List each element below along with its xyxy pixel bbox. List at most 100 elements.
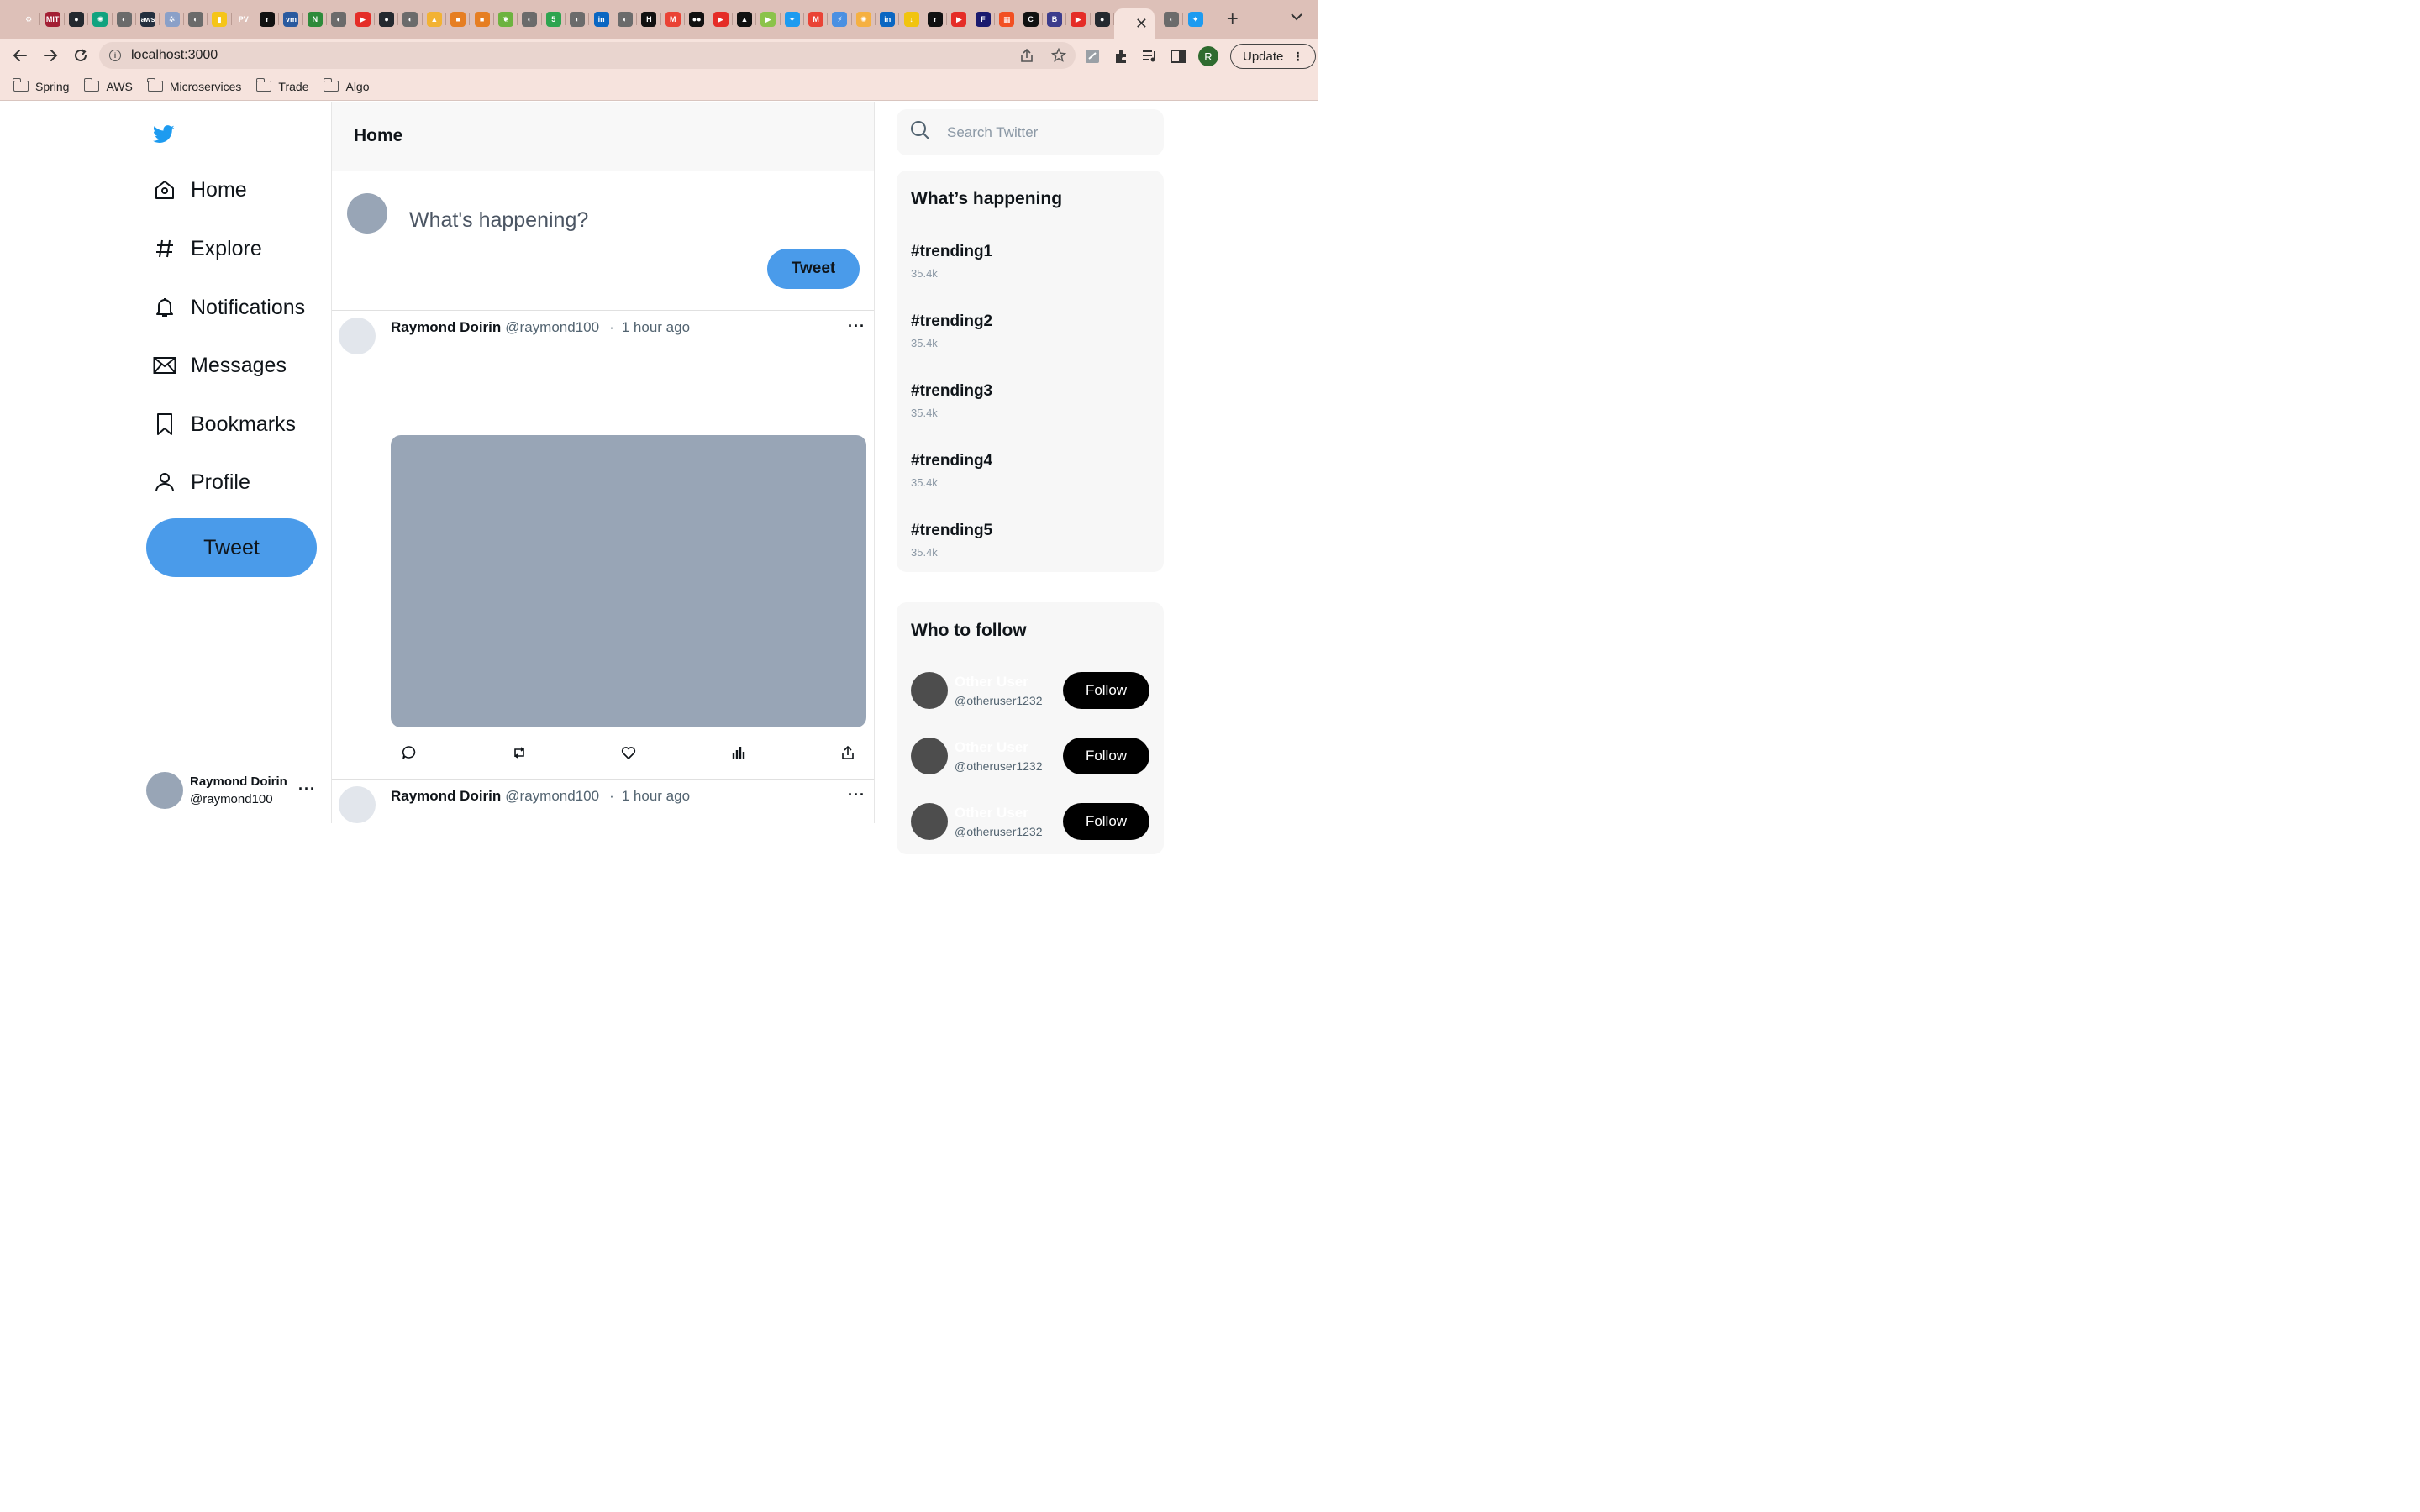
browser-tab[interactable]: ▶ [756,7,781,32]
tweet-more-icon[interactable]: ··· [848,786,865,804]
trend-item[interactable]: #trending1 35.4k [911,243,992,280]
browser-tab[interactable]: ● [65,7,89,32]
browser-tab[interactable]: M [661,7,686,32]
bookmark-star-icon[interactable] [1050,47,1067,64]
suggestion-avatar[interactable] [911,738,948,774]
browser-tab[interactable]: ▶ [1066,7,1091,32]
browser-tab[interactable]: ◐ [1160,7,1184,32]
analytics-icon[interactable] [730,744,747,761]
bookmark-folder[interactable]: Spring [13,78,69,93]
browser-tab[interactable]: ▶ [708,7,734,32]
address-bar[interactable]: i localhost:3000 [99,42,1076,69]
sidebar-item-profile[interactable]: Profile [153,465,250,499]
tweet-timestamp[interactable]: 1 hour ago [622,319,690,336]
tweet-more-icon[interactable]: ··· [848,318,865,335]
browser-tab[interactable]: ◐ [184,7,208,32]
tweet-author-handle[interactable]: @raymond100 [505,319,599,336]
browser-tab[interactable]: ● [375,7,399,32]
active-tab[interactable]: ✕ [1113,8,1155,39]
reload-icon[interactable] [66,40,96,71]
browser-tab[interactable]: ↓ [899,7,924,32]
browser-tab[interactable]: aws [136,7,160,32]
browser-tab[interactable]: ✦ [1183,7,1208,32]
browser-tab[interactable]: ■ [446,7,471,32]
forward-icon[interactable] [35,40,66,71]
suggestion-name[interactable]: Other User [955,739,1028,756]
browser-tab[interactable]: M [804,7,829,32]
browser-tab[interactable]: ✺ [88,7,113,32]
share-icon[interactable] [1018,47,1035,64]
browser-tab[interactable]: ✦ [781,7,805,32]
side-panel-icon[interactable] [1170,48,1186,65]
browser-tab[interactable]: ◐ [566,7,590,32]
browser-tab[interactable]: ◐ [327,7,351,32]
browser-tab[interactable]: PV [232,7,256,32]
trend-item[interactable]: #trending4 35.4k [911,452,992,489]
sidebar-item-notifications[interactable]: Notifications [153,291,305,324]
account-more-icon[interactable]: ··· [298,780,316,798]
browser-tab[interactable]: H [637,7,661,32]
browser-tab[interactable]: ◐ [518,7,542,32]
search-input[interactable]: Search Twitter [947,124,1038,141]
share-icon[interactable] [839,744,856,761]
search-box[interactable]: Search Twitter [897,109,1164,155]
extensions-puzzle-icon[interactable] [1113,48,1129,65]
bookmark-folder[interactable]: Algo [323,78,370,93]
tweet-image[interactable] [391,435,866,727]
browser-tab[interactable]: ▲ [733,7,757,32]
new-tab-button[interactable]: + [1216,8,1249,31]
bookmark-folder[interactable]: Trade [255,78,308,93]
browser-tab[interactable]: ◐ [398,7,424,32]
tweet-author-handle[interactable]: @raymond100 [505,788,599,805]
tweet-avatar[interactable] [339,786,376,823]
browser-tab[interactable]: ◐ [613,7,638,32]
media-control-icon[interactable] [1141,48,1158,65]
like-icon[interactable] [620,744,637,761]
sidebar-item-explore[interactable]: Explore [153,232,262,265]
browser-tab[interactable]: ⚙ [17,7,41,32]
browser-tab[interactable]: ▲ [423,7,447,32]
trend-item[interactable]: #trending3 35.4k [911,382,992,419]
sidebar-item-home[interactable]: Home [153,173,247,207]
browser-tab[interactable]: ▦ [995,7,1019,32]
reply-icon[interactable] [401,744,418,761]
tweet-author-name[interactable]: Raymond Doirin [391,788,501,805]
sidebar-item-bookmarks[interactable]: Bookmarks [153,407,296,441]
browser-tab[interactable]: ▶ [947,7,972,32]
browser-tab[interactable]: ■ [470,7,495,32]
twitter-logo-icon[interactable] [152,125,175,148]
browser-tab[interactable]: r [255,7,280,32]
browser-tab[interactable]: MIT [40,7,66,32]
browser-tab[interactable]: in [876,7,900,32]
browser-tab[interactable]: ●● [685,7,709,32]
browser-tab[interactable]: N [303,7,328,32]
follow-button[interactable]: Follow [1063,672,1150,709]
suggestion-name[interactable]: Other User [955,805,1028,822]
kebab-menu-icon[interactable]: ⋮ [1292,50,1303,62]
trend-item[interactable]: #trending5 35.4k [911,522,992,559]
tab-search-icon[interactable] [1291,10,1302,25]
sidebar-tweet-button[interactable]: Tweet [146,518,317,577]
browser-tab[interactable]: ● [1091,7,1115,32]
extension-tile-icon[interactable] [1084,48,1101,65]
browser-tab[interactable]: ❦ [494,7,518,32]
browser-tab[interactable]: ✺ [852,7,876,32]
browser-tab[interactable]: C [1018,7,1044,32]
suggestion-name[interactable]: Other User [955,674,1028,690]
browser-tab[interactable]: 5 [542,7,566,32]
composer-tweet-button[interactable]: Tweet [767,249,860,289]
follow-button[interactable]: Follow [1063,803,1150,840]
close-tab-icon[interactable]: ✕ [1135,15,1148,33]
browser-tab[interactable]: ▮ [208,7,232,32]
update-button[interactable]: Update ⋮ [1230,44,1317,69]
browser-tab[interactable]: in [589,7,614,32]
tweet-timestamp[interactable]: 1 hour ago [622,788,690,805]
bookmark-folder[interactable]: Microservices [147,78,241,93]
browser-tab[interactable]: ✲ [160,7,185,32]
profile-avatar[interactable]: R [1198,46,1218,66]
browser-tab[interactable]: B [1043,7,1067,32]
suggestion-avatar[interactable] [911,672,948,709]
bookmark-folder[interactable]: AWS [83,78,133,93]
tweet-avatar[interactable] [339,318,376,354]
site-info-icon[interactable]: i [109,50,121,61]
